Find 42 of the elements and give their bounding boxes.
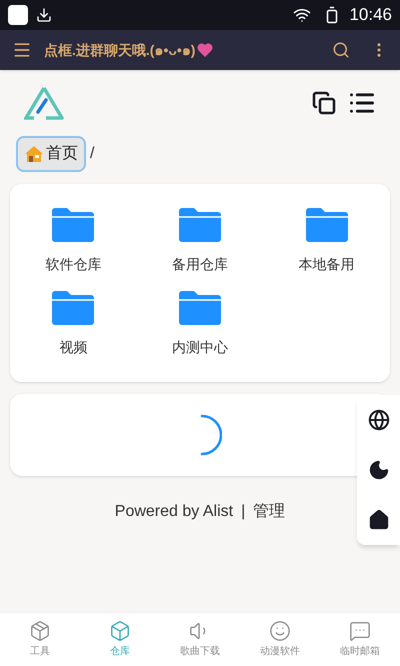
chat-icon — [349, 620, 371, 642]
manage-link[interactable]: 管理 — [253, 500, 286, 524]
house-icon — [24, 145, 44, 163]
folder-name: 备用仓库 — [172, 255, 228, 274]
wifi-icon — [293, 6, 312, 24]
folder-item[interactable]: 备用仓库 — [136, 208, 264, 275]
folder-name: 软件仓库 — [45, 255, 102, 274]
home-icon[interactable] — [368, 509, 390, 531]
home-breadcrumb[interactable]: 首页 — [16, 136, 86, 172]
nav-tab[interactable]: 动漫软件 — [240, 620, 320, 659]
folder-icon — [178, 208, 221, 242]
loading-spinner-icon — [200, 414, 222, 456]
nav-tab[interactable]: 歌曲下载 — [160, 620, 240, 659]
folder-item[interactable]: 本地备用 — [263, 208, 390, 275]
folder-name: 视频 — [59, 338, 88, 357]
folder-icon — [306, 208, 348, 242]
footer-divider: | — [241, 502, 246, 522]
toolbar-title: 点框.进群聊天哦.(๑•ᴗ•๑) — [44, 40, 196, 60]
folder-icon — [178, 291, 221, 325]
logo-icon — [24, 86, 64, 120]
folder-icon — [52, 208, 94, 242]
download-icon — [36, 7, 52, 23]
face-icon — [269, 620, 291, 642]
folder-item[interactable]: 软件仓库 — [10, 208, 137, 275]
search-icon[interactable] — [332, 41, 350, 59]
powered-by-text: Powered by Alist — [114, 502, 234, 522]
folder-item[interactable]: 内测中心 — [136, 291, 264, 358]
folder-name: 本地备用 — [298, 255, 355, 274]
heart-icon — [197, 43, 214, 57]
folder-name: 内测中心 — [172, 338, 228, 357]
nav-tab[interactable]: 临时邮箱 — [320, 620, 400, 659]
folder-item[interactable]: 视频 — [10, 291, 137, 358]
nav-tab[interactable]: 工具 — [0, 620, 80, 659]
language-icon[interactable] — [368, 409, 390, 431]
copy-icon[interactable] — [312, 91, 336, 115]
clock: 10:46 — [349, 4, 392, 26]
package-icon — [29, 620, 51, 642]
breadcrumb-separator: / — [90, 144, 94, 164]
moon-icon[interactable] — [368, 459, 390, 481]
box-icon — [109, 620, 131, 642]
app-icon — [8, 5, 28, 25]
folder-icon — [52, 291, 94, 325]
